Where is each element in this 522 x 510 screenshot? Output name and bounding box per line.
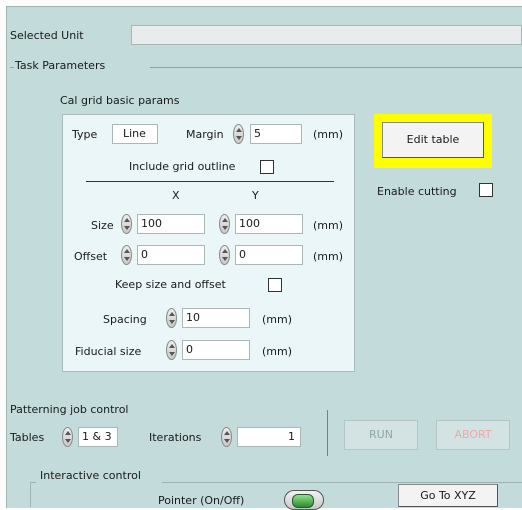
edit-table-button[interactable]: Edit table <box>382 122 484 158</box>
margin-unit: (mm) <box>313 128 344 141</box>
fiducial-label: Fiducial size <box>75 345 142 358</box>
size-y-spinner-icon[interactable] <box>219 214 230 234</box>
offset-y-field[interactable]: 0 <box>235 245 303 265</box>
cal-grid-box <box>62 114 355 372</box>
spacing-field[interactable]: 10 <box>182 308 250 328</box>
margin-label: Margin <box>186 128 224 141</box>
pointer-toggle[interactable] <box>284 490 324 510</box>
patterning-title: Patterning job control <box>10 403 129 416</box>
size-unit: (mm) <box>313 219 344 232</box>
separator-line <box>86 181 334 182</box>
offset-x-field[interactable]: 0 <box>137 245 205 265</box>
enable-cutting-label: Enable cutting <box>377 185 457 198</box>
task-parameters-label: Task Parameters <box>15 59 106 72</box>
task-parameters-line-left <box>10 67 14 68</box>
offset-unit: (mm) <box>313 250 344 263</box>
pointer-label: Pointer (On/Off) <box>158 494 245 507</box>
offset-label: Offset <box>74 250 108 263</box>
enable-cutting-checkbox[interactable] <box>479 183 493 197</box>
run-button[interactable]: RUN <box>344 420 418 450</box>
keep-size-label: Keep size and offset <box>115 278 226 291</box>
spacing-unit: (mm) <box>262 313 293 326</box>
type-field[interactable]: Line <box>112 124 158 144</box>
spacing-label: Spacing <box>103 313 147 326</box>
size-y-field[interactable]: 100 <box>235 214 303 234</box>
fiducial-unit: (mm) <box>262 345 293 358</box>
include-outline-label: Include grid outline <box>129 160 236 173</box>
type-label: Type <box>72 128 98 141</box>
tables-spinner-icon[interactable] <box>62 427 73 447</box>
offset-y-spinner-icon[interactable] <box>219 245 230 265</box>
selected-unit-label: Selected Unit <box>10 29 84 42</box>
iterations-spinner-icon[interactable] <box>221 427 232 447</box>
selected-unit-field[interactable] <box>131 25 522 45</box>
abort-button[interactable]: ABORT <box>436 420 510 450</box>
iterations-label: Iterations <box>149 431 202 444</box>
task-parameters-line-right <box>150 67 522 68</box>
margin-spinner-icon[interactable] <box>233 124 244 144</box>
keep-size-checkbox[interactable] <box>268 278 282 292</box>
col-x-label: X <box>172 189 180 202</box>
patterning-divider <box>327 410 328 456</box>
tables-field[interactable]: 1 & 3 <box>78 427 118 447</box>
spacing-spinner-icon[interactable] <box>166 308 177 328</box>
iterations-field[interactable]: 1 <box>237 427 301 447</box>
include-outline-checkbox[interactable] <box>260 160 274 174</box>
size-label: Size <box>91 219 114 232</box>
offset-x-spinner-icon[interactable] <box>121 245 132 265</box>
tables-label: Tables <box>10 431 45 444</box>
cal-grid-title: Cal grid basic params <box>60 94 180 107</box>
margin-field[interactable]: 5 <box>250 124 302 144</box>
size-x-spinner-icon[interactable] <box>121 214 132 234</box>
fiducial-field[interactable]: 0 <box>182 340 250 360</box>
go-to-xyz-button[interactable]: Go To XYZ <box>398 484 498 507</box>
fiducial-spinner-icon[interactable] <box>166 340 177 360</box>
interactive-title: Interactive control <box>40 469 141 482</box>
pointer-led-icon <box>292 494 314 508</box>
col-y-label: Y <box>252 189 259 202</box>
size-x-field[interactable]: 100 <box>137 214 205 234</box>
